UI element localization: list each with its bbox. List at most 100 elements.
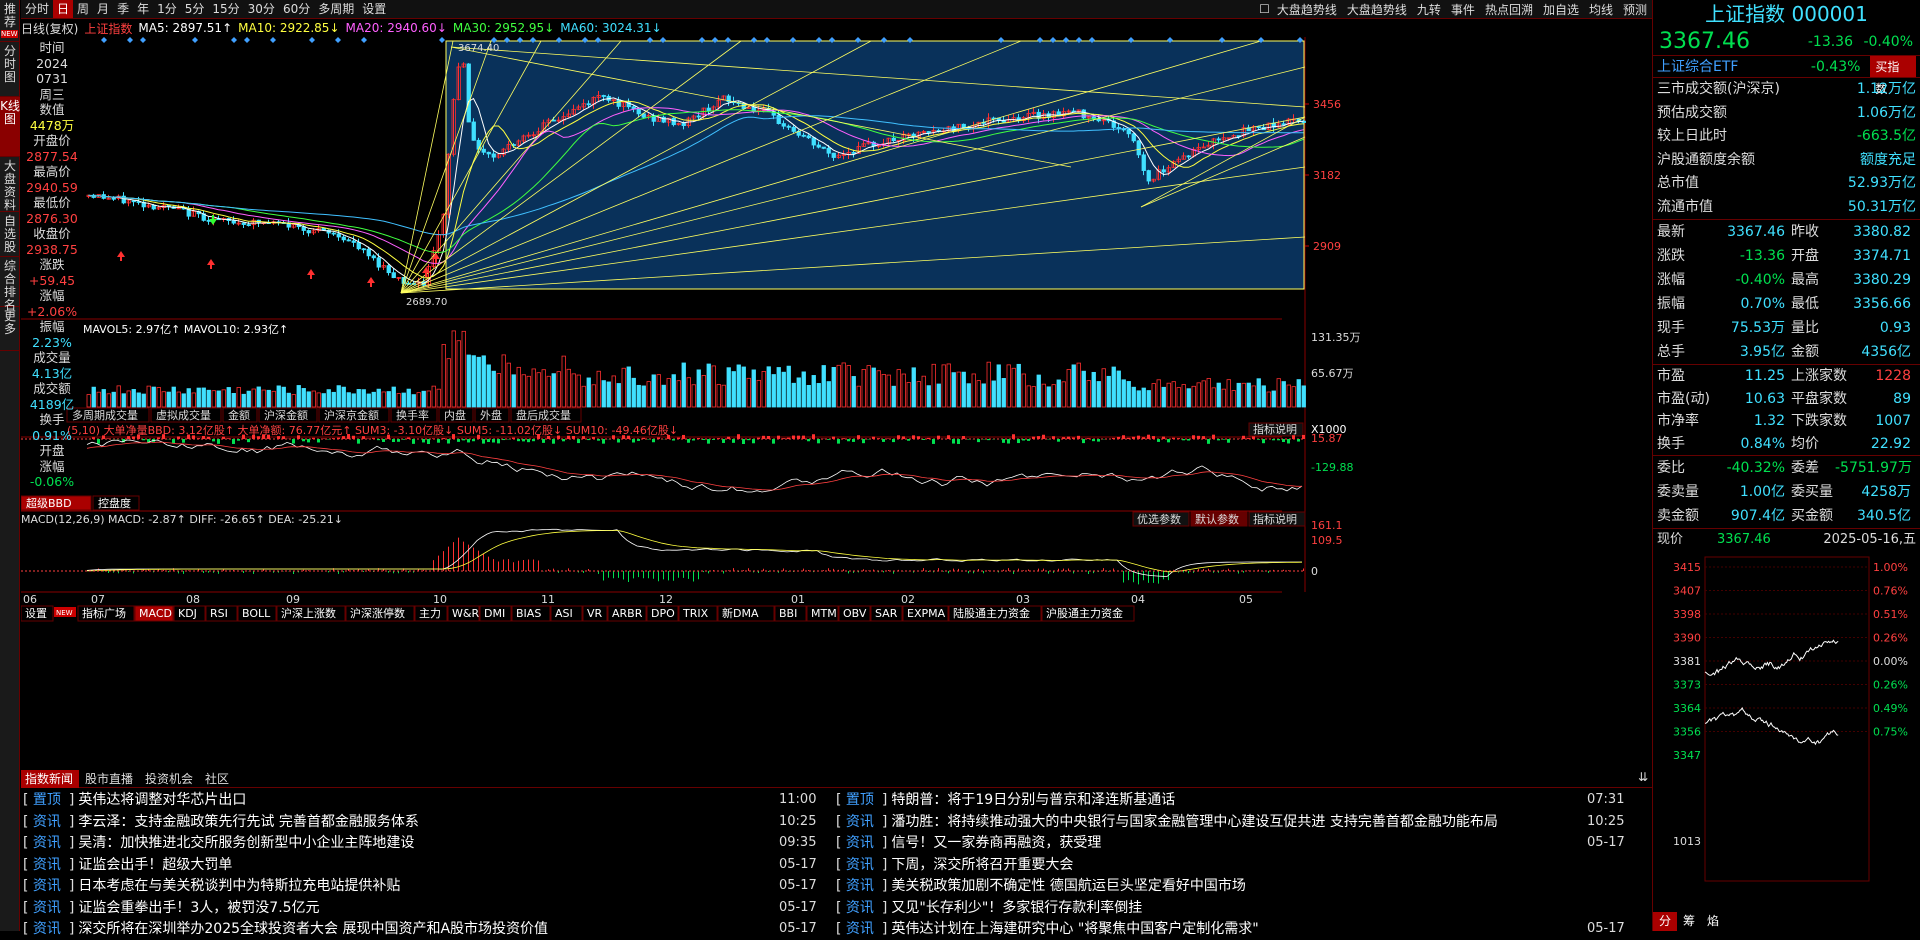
indicator-tab-2[interactable]: MACD: [139, 607, 172, 620]
news-title[interactable]: 美关税政策加剧不确定性 德国航运巨头坚定看好中国市场: [891, 878, 1245, 894]
toolbar-1[interactable]: 大盘趋势线: [1342, 1, 1412, 18]
news-title[interactable]: 李云泽：支持金融政策先行先试 完善首都金融服务体系: [78, 814, 418, 830]
macd-btn-0[interactable]: 优选参数: [1137, 512, 1181, 526]
toolbar-6[interactable]: 均线: [1584, 1, 1618, 18]
bbd-explain-button[interactable]: 指标说明: [1253, 422, 1297, 436]
indicator-tab-17[interactable]: 新DMA: [722, 606, 759, 620]
vol-tab-6[interactable]: 内盘: [444, 408, 466, 422]
toolbar-0[interactable]: 大盘趋势线: [1272, 1, 1342, 18]
indicator-tab-5[interactable]: BOLL: [242, 607, 271, 620]
left-tab-2[interactable]: K线图: [0, 97, 20, 157]
indicator-tab-16[interactable]: TRIX: [682, 607, 709, 620]
indicator-tab-14[interactable]: ARBR: [612, 607, 643, 620]
scroll-down-icon[interactable]: ⇊: [1638, 770, 1648, 784]
news-item[interactable]: [ 资讯]信号！又一家券商再融资，获受理: [836, 833, 1577, 854]
indicator-tab-18[interactable]: BBI: [779, 607, 797, 620]
period-0[interactable]: 分时: [21, 0, 53, 18]
period-12[interactable]: 设置: [358, 0, 390, 18]
period-8[interactable]: 15分: [208, 0, 243, 18]
indicator-tab-23[interactable]: 陆股通主力资金: [953, 606, 1030, 620]
period-5[interactable]: 年: [133, 0, 153, 18]
news-item[interactable]: [ 资讯]日本考虑在与美关税谈判中为特斯拉充电站提供补贴: [23, 876, 769, 897]
news-item[interactable]: [ 资讯]深交所将在深圳举办2025全球投资者大会 展现中国资产和A股市场投资价…: [23, 919, 769, 940]
news-title[interactable]: 特朗普：将于19日分别与普京和泽连斯基通话: [891, 792, 1175, 808]
buy-index-button[interactable]: 买指数: [1870, 56, 1916, 77]
checkbox-icon[interactable]: ☐: [1257, 2, 1272, 16]
news-tab-0[interactable]: 指数新闻: [21, 770, 79, 788]
news-title[interactable]: 下周，深交所将召开重要大会: [891, 857, 1073, 873]
indicator-tab-19[interactable]: MTM: [811, 607, 837, 620]
news-item[interactable]: [ 资讯]美关税政策加剧不确定性 德国航运巨头坚定看好中国市场: [836, 876, 1577, 897]
left-tab-4[interactable]: 自选股: [0, 212, 20, 257]
indicator-tab-20[interactable]: OBV: [843, 607, 867, 620]
indicator-tab-0[interactable]: 设置: [25, 607, 47, 620]
indicator-tab-21[interactable]: SAR: [875, 607, 898, 620]
news-item[interactable]: [ 资讯]又见"长存利少"！多家银行存款利率倒挂: [836, 898, 1577, 919]
etf-name[interactable]: 上证综合ETF: [1657, 56, 1805, 77]
toolbar-7[interactable]: 预测: [1618, 1, 1652, 18]
news-tab-3[interactable]: 社区: [201, 770, 235, 788]
kline-chart-area[interactable]: 37293456318229093674.402689.70MAVOL5: 2.…: [21, 37, 1652, 742]
macd-btn-2[interactable]: 指标说明: [1253, 512, 1297, 526]
indicator-tab-4[interactable]: RSI: [210, 607, 228, 620]
news-item[interactable]: [ 资讯]潘功胜：将持续推动强大的中央银行与国家金融管理中心建设互促共进 支持完…: [836, 812, 1577, 833]
indicator-tab-12[interactable]: ASI: [555, 607, 573, 620]
toolbar-5[interactable]: 加自选: [1538, 1, 1584, 18]
news-item[interactable]: [ 资讯]吴清：加快推进北交所服务创新型中小企业主阵地建设: [23, 833, 769, 854]
indicator-tab-9[interactable]: W&R: [452, 607, 479, 620]
indicator-tab-24[interactable]: 沪股通主力资金: [1046, 606, 1123, 620]
indicator-tab-22[interactable]: EXPMA: [907, 607, 946, 620]
macd-btn-1[interactable]: 默认参数: [1195, 512, 1239, 526]
news-title[interactable]: 信号！又一家券商再融资，获受理: [891, 835, 1101, 851]
news-title[interactable]: 英伟达将调整对华芯片出口: [78, 792, 246, 808]
vol-tab-2[interactable]: 金额: [228, 408, 250, 422]
period-4[interactable]: 季: [113, 0, 133, 18]
news-item[interactable]: [ 资讯]证监会出手！超级大罚单: [23, 855, 769, 876]
left-tab-1[interactable]: 分时图: [0, 42, 20, 97]
chart-mode[interactable]: 日线(复权): [21, 20, 78, 37]
period-1[interactable]: 日: [53, 0, 73, 18]
left-tab-5[interactable]: 综合排名: [0, 257, 20, 307]
indicator-tab-3[interactable]: KDJ: [178, 607, 197, 620]
period-10[interactable]: 60分: [279, 0, 314, 18]
news-item[interactable]: [ 资讯]证监会重拳出手！3人，被罚没7.5亿元: [23, 898, 769, 919]
period-7[interactable]: 5分: [181, 0, 209, 18]
news-tab-1[interactable]: 股市直播: [81, 770, 139, 788]
indicator-tab-10[interactable]: DMI: [484, 607, 505, 620]
bottom-tab-2[interactable]: 焰: [1701, 912, 1725, 931]
news-title[interactable]: 证监会出手！超级大罚单: [78, 857, 232, 873]
indicator-tab-13[interactable]: VR: [587, 607, 603, 620]
vol-tab-4[interactable]: 沪深京金额: [324, 408, 379, 422]
news-title[interactable]: 潘功胜：将持续推动强大的中央银行与国家金融管理中心建设互促共进 支持完善首都金融…: [891, 814, 1497, 830]
bbd-tab-1[interactable]: 控盘度: [98, 496, 131, 510]
news-item[interactable]: [ 资讯]下周，深交所将召开重要大会: [836, 855, 1577, 876]
news-title[interactable]: 又见"长存利少"！多家银行存款利率倒挂: [891, 900, 1142, 916]
vol-tab-7[interactable]: 外盘: [480, 408, 502, 422]
period-2[interactable]: 周: [73, 0, 93, 18]
news-tab-2[interactable]: 投资机会: [141, 770, 199, 788]
vol-tab-1[interactable]: 虚拟成交量: [156, 408, 211, 422]
indicator-tab-1[interactable]: 指标广场: [82, 606, 126, 620]
news-item[interactable]: [ 置顶]英伟达将调整对华芯片出口: [23, 790, 769, 811]
vol-tab-3[interactable]: 沪深金额: [264, 408, 308, 422]
period-3[interactable]: 月: [93, 0, 113, 18]
news-title[interactable]: 证监会重拳出手！3人，被罚没7.5亿元: [78, 900, 319, 916]
news-title[interactable]: 深交所将在深圳举办2025全球投资者大会 展现中国资产和A股市场投资价值: [78, 921, 548, 937]
bottom-tab-1[interactable]: 筹: [1677, 912, 1701, 931]
period-11[interactable]: 多周期: [314, 0, 358, 18]
toolbar-4[interactable]: 热点回溯: [1480, 1, 1538, 18]
news-title[interactable]: 日本考虑在与美关税谈判中为特斯拉充电站提供补贴: [78, 878, 400, 894]
period-6[interactable]: 1分: [153, 0, 181, 18]
news-item[interactable]: [ 资讯]李云泽：支持金融政策先行先试 完善首都金融服务体系: [23, 812, 769, 833]
indicator-tab-15[interactable]: DPO: [651, 607, 675, 620]
bottom-tab-0[interactable]: 分: [1653, 912, 1677, 931]
toolbar-3[interactable]: 事件: [1446, 1, 1480, 18]
left-tab-3[interactable]: 大盘资料: [0, 157, 20, 212]
left-tab-6[interactable]: 更多: [0, 307, 20, 351]
vol-tab-5[interactable]: 换手率: [396, 408, 429, 422]
intraday-chart[interactable]: 3415340733983390338133733364335633471013…: [1653, 551, 1919, 891]
news-item[interactable]: [ 置顶]特朗普：将于19日分别与普京和泽连斯基通话: [836, 790, 1577, 811]
indicator-tab-8[interactable]: 主力: [419, 607, 441, 620]
indicator-tab-11[interactable]: BIAS: [516, 607, 541, 620]
vol-tab-8[interactable]: 盘后成交量: [516, 408, 571, 422]
